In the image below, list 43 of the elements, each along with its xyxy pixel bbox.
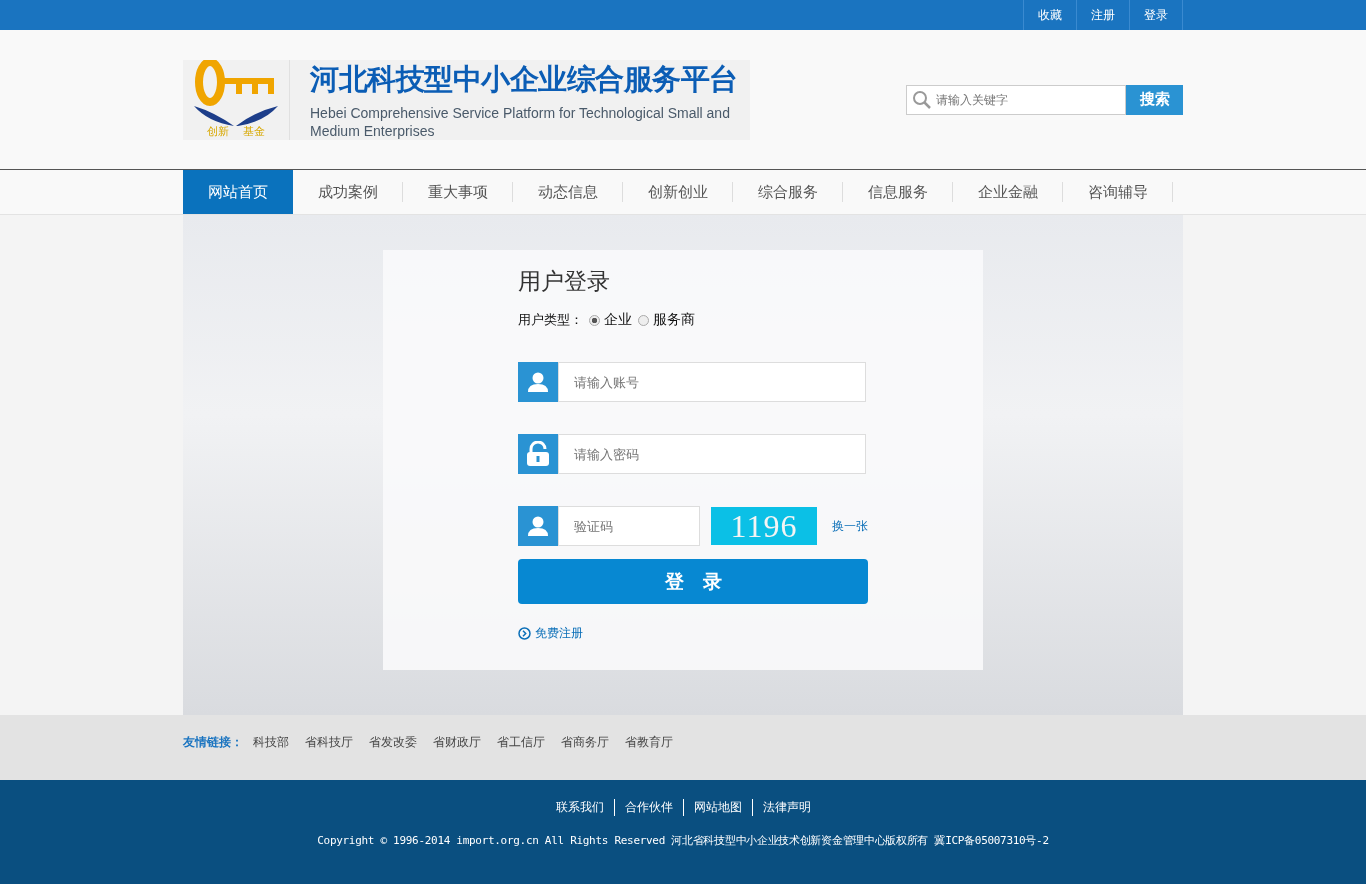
copyright-text: Copyright © 1996-2014 import.org.cn All Rights Reserved 河北省科技型中小企业技术创新资金管理中心版权所有 冀ICP备05007310号-2 [316, 833, 1050, 848]
captcha-field[interactable]: 验证码 [558, 506, 700, 546]
nav-tab[interactable]: 网站首页 [183, 170, 293, 214]
user-icon [518, 506, 558, 546]
nav-tab[interactable]: 信息服务 [843, 170, 953, 214]
nav-tab[interactable]: 综合服务 [733, 170, 843, 214]
nav-tab[interactable]: 创新创业 [623, 170, 733, 214]
friend-link[interactable]: 省教育厅 [625, 733, 673, 751]
user-type-radio[interactable]: 企业 [589, 311, 632, 329]
site-subtitle: Hebei Comprehensive Service Platform for Technological Small and Medium Enterprises [310, 103, 731, 140]
friend-link[interactable]: 省工信厅 [497, 733, 545, 751]
lock-icon [518, 434, 558, 474]
friend-link[interactable]: 省发改委 [369, 733, 417, 751]
password-field[interactable]: 请输入密码 [558, 434, 866, 474]
footer-link[interactable]: 网站地图 [683, 799, 753, 816]
logo-caption: 创新 [207, 124, 229, 139]
site-title: 河北科技型中小企业综合服务平台 [310, 60, 739, 98]
user-type-radio[interactable]: 服务商 [638, 311, 695, 329]
nav-tab[interactable]: 企业金融 [953, 170, 1063, 214]
captcha-image: 1196 [711, 507, 817, 545]
footer-link[interactable]: 联系我们 [545, 799, 615, 816]
nav-tab[interactable]: 动态信息 [513, 170, 623, 214]
nav-tab[interactable]: 咨询辅导 [1063, 170, 1173, 214]
friend-link[interactable]: 省财政厅 [433, 733, 481, 751]
friend-links-label: 友情链接： [183, 733, 243, 751]
chevron-circle-icon [518, 627, 531, 640]
footer-link[interactable]: 合作伙伴 [614, 799, 684, 816]
footer-link[interactable]: 法律声明 [752, 799, 821, 816]
register-link[interactable]: 免费注册 [535, 625, 583, 642]
search-field[interactable]: 请输入关键字 [906, 84, 1126, 115]
refresh-captcha-link[interactable]: 换一张 [832, 517, 868, 535]
nav-tab[interactable]: 成功案例 [293, 170, 403, 214]
key-logo-icon [194, 60, 278, 126]
account-field[interactable]: 请输入账号 [558, 362, 866, 402]
login-button[interactable]: 登 录 [518, 559, 868, 604]
nav-tab[interactable]: 重大事项 [403, 170, 513, 214]
logo-caption: 基金 [243, 124, 265, 139]
login-title: 用户登录 [518, 267, 611, 296]
friend-link[interactable]: 科技部 [253, 733, 289, 751]
friend-link[interactable]: 省科技厅 [305, 733, 353, 751]
user-type-label: 用户类型： [518, 311, 583, 329]
friend-link[interactable]: 省商务厅 [561, 733, 609, 751]
user-icon [518, 362, 558, 402]
